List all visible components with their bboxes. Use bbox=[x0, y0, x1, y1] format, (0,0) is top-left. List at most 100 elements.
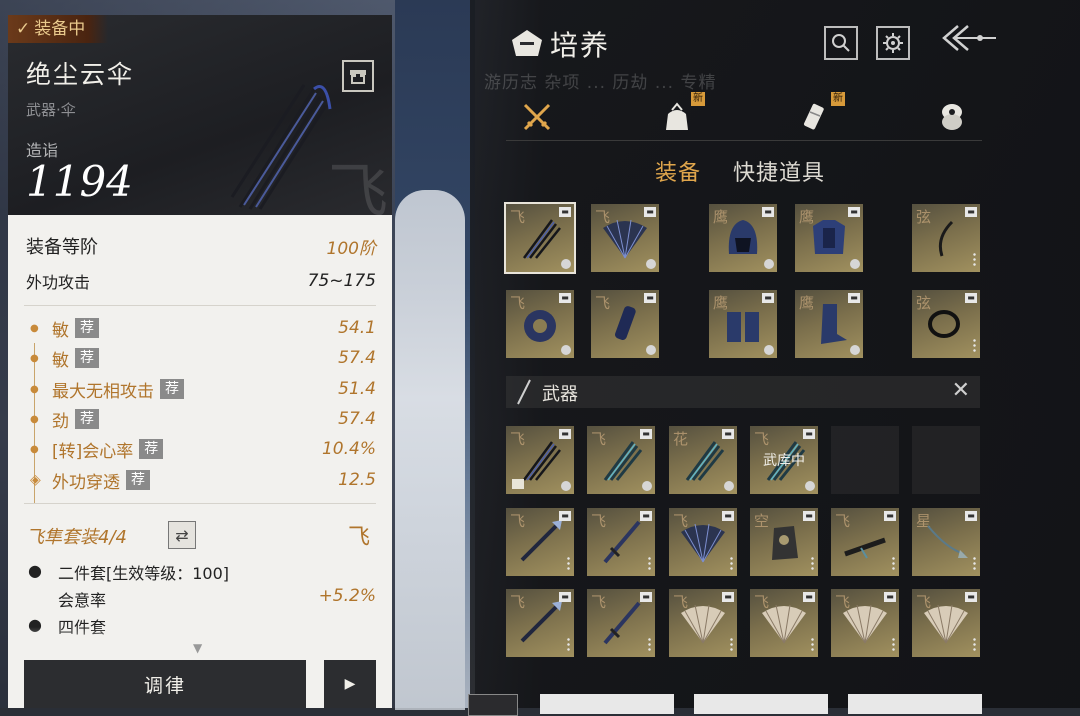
lock-icon: ▬ bbox=[640, 511, 652, 521]
category-scroll[interactable]: 新 bbox=[795, 92, 845, 138]
item-detail-card: ✓ 装备中 绝尘云伞 武器·伞 造诣 1194 飞 装备等阶 100阶 外功攻击… bbox=[8, 15, 392, 708]
equipped-slot-gauntlet[interactable]: 鹰 ▬ bbox=[709, 290, 777, 358]
stat-value: 57.4 bbox=[338, 348, 376, 368]
crossed-swords-icon bbox=[523, 103, 551, 131]
settings-button[interactable] bbox=[876, 26, 910, 60]
lock-icon: ▬ bbox=[803, 511, 815, 521]
equipped-slot-fan[interactable]: 飞 ▬ bbox=[591, 204, 659, 272]
recommended-tag: 荐 bbox=[75, 348, 99, 368]
inventory-slot[interactable]: 飞 ▬ bbox=[506, 589, 574, 657]
grade-value: 100阶 bbox=[326, 238, 376, 259]
new-badge: 新 bbox=[831, 92, 845, 106]
next-button[interactable]: ▶ bbox=[324, 660, 376, 708]
chevron-down-icon[interactable]: ▼ bbox=[193, 641, 202, 655]
new-badge: 新 bbox=[691, 92, 705, 106]
more-dots-icon bbox=[973, 252, 976, 268]
lock-icon: ▬ bbox=[559, 207, 571, 217]
inventory-slot[interactable]: 空 ▬ bbox=[750, 508, 818, 576]
gem-icon bbox=[642, 481, 652, 491]
bottom-button[interactable] bbox=[540, 694, 674, 714]
equipped-slot-disc[interactable]: 飞 ▬ bbox=[506, 290, 574, 358]
chest-icon bbox=[350, 70, 366, 84]
tab-quick-items[interactable]: 快捷道具 bbox=[733, 155, 825, 187]
stat-name: 敏 bbox=[52, 350, 69, 371]
category-coin[interactable] bbox=[930, 96, 974, 138]
equipped-slot-ring[interactable]: 弦 ▬ bbox=[912, 204, 980, 272]
sword-icon bbox=[517, 379, 531, 405]
recommended-tag: 荐 bbox=[139, 439, 164, 459]
lock-icon: ▬ bbox=[965, 293, 977, 303]
inventory-slot[interactable] bbox=[912, 426, 980, 494]
close-icon[interactable]: ✕ bbox=[952, 378, 970, 403]
stat-row: ● 敏荐 54.1 bbox=[30, 315, 376, 341]
equipped-slot-tube[interactable]: 飞 ▬ bbox=[591, 290, 659, 358]
bottom-button[interactable] bbox=[694, 694, 828, 714]
weapon-filter-bar: 武器 ✕ bbox=[506, 376, 980, 408]
equipped-slot-helmet[interactable]: 鹰 ▬ bbox=[709, 204, 777, 272]
inventory-slot[interactable] bbox=[831, 426, 899, 494]
inventory-slot[interactable]: 飞 ▬ bbox=[912, 589, 980, 657]
coin-icon bbox=[942, 104, 962, 130]
inventory-slot[interactable]: 飞 ▬ bbox=[506, 426, 574, 494]
inventory-slot[interactable]: 飞 ▬ bbox=[831, 589, 899, 657]
info-button[interactable] bbox=[342, 60, 374, 92]
equipped-slot-boots[interactable]: 鹰 ▬ bbox=[795, 290, 863, 358]
more-dots-icon bbox=[973, 338, 976, 354]
equipped-slot-necklace[interactable]: 弦 ▬ bbox=[912, 290, 980, 358]
more-dots-icon bbox=[648, 556, 651, 572]
stat-row: ● [转]会心率荐 10.4% bbox=[30, 436, 376, 462]
equipped-slot-armor[interactable]: 鹰 ▬ bbox=[795, 204, 863, 272]
swap-icon: ⇄ bbox=[175, 525, 189, 545]
weapon-filter-label: 武器 bbox=[542, 384, 578, 405]
back-arrow-icon[interactable] bbox=[940, 20, 1000, 60]
equipped-label: 装备中 bbox=[34, 19, 86, 39]
lock-icon: ▬ bbox=[848, 207, 860, 217]
inventory-slot[interactable]: 飞 ▬ bbox=[587, 589, 655, 657]
tune-button[interactable]: 调律 bbox=[24, 660, 306, 708]
inventory-slot[interactable]: 花 ▬ bbox=[669, 426, 737, 494]
stat-name: 外功穿透 bbox=[52, 472, 120, 493]
fan-icon bbox=[762, 604, 806, 644]
gem-icon bbox=[561, 345, 571, 355]
inventory-slot[interactable]: 飞 ▬ bbox=[587, 426, 655, 494]
sword-icon bbox=[603, 520, 641, 564]
category-equipment[interactable] bbox=[515, 96, 559, 138]
inventory-slot[interactable]: 飞 ▬ bbox=[587, 508, 655, 576]
necklace-icon bbox=[928, 310, 960, 338]
inventory-slot[interactable]: 飞 ▬ 武库中 bbox=[750, 426, 818, 494]
bottom-button[interactable] bbox=[848, 694, 982, 714]
fan-icon bbox=[924, 604, 968, 644]
gear-icon bbox=[883, 33, 903, 53]
lock-icon: ▬ bbox=[559, 592, 571, 602]
divider bbox=[24, 305, 376, 306]
category-bar bbox=[506, 96, 982, 141]
more-dots-icon bbox=[567, 637, 570, 653]
character-figure bbox=[395, 190, 465, 710]
tube-icon bbox=[615, 306, 636, 340]
search-button[interactable] bbox=[824, 26, 858, 60]
inventory-slot[interactable]: 飞 ▬ bbox=[750, 589, 818, 657]
inventory-slot[interactable]: 飞 ▬ bbox=[831, 508, 899, 576]
inventory-slot[interactable]: 飞 ▬ bbox=[669, 589, 737, 657]
swap-set-button[interactable]: ⇄ bbox=[168, 521, 196, 549]
more-dots-icon bbox=[892, 556, 895, 572]
lock-icon: ▬ bbox=[965, 207, 977, 217]
stat-name: 敏 bbox=[52, 320, 69, 341]
lock-icon: ▬ bbox=[965, 592, 977, 602]
category-bag[interactable]: 新 bbox=[655, 92, 705, 138]
inventory-slot[interactable]: 飞 ▬ bbox=[669, 508, 737, 576]
spear-icon bbox=[520, 601, 562, 643]
bottom-button[interactable] bbox=[468, 694, 518, 716]
diamond-icon: ◈ bbox=[30, 472, 41, 488]
inventory-slot[interactable]: 飞 ▬ bbox=[506, 508, 574, 576]
equipped-tag: ✓ 装备中 bbox=[8, 15, 108, 43]
stat-row: ◈ 外功穿透荐 12.5 bbox=[30, 467, 376, 493]
inventory-slot[interactable]: 星 ▬ bbox=[912, 508, 980, 576]
bullet-icon: ● bbox=[30, 443, 39, 455]
tab-equipment[interactable]: 装备 bbox=[655, 155, 701, 187]
check-icon: ✓ bbox=[16, 19, 31, 39]
stat-value: 57.4 bbox=[338, 409, 376, 429]
lock-icon: ▬ bbox=[722, 511, 734, 521]
lock-icon: ▬ bbox=[640, 592, 652, 602]
equipped-slot-weapon[interactable]: 飞 ▬ bbox=[504, 202, 576, 274]
